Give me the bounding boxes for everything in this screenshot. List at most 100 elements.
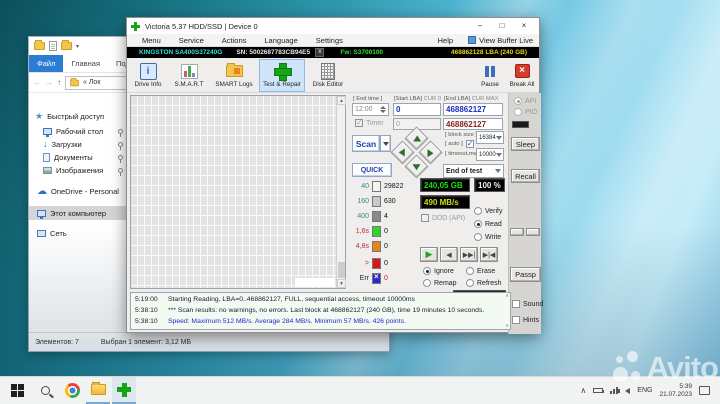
- tab-home[interactable]: Главная: [63, 55, 108, 72]
- ignore-radio[interactable]: Ignore: [423, 267, 454, 275]
- close-button[interactable]: ×: [513, 18, 535, 34]
- toolbar-label: Pause: [481, 81, 499, 88]
- block-size-combo[interactable]: 16384: [476, 131, 504, 144]
- taskbar-explorer[interactable]: [86, 377, 110, 404]
- radio-icon: [514, 97, 522, 105]
- sleep-button[interactable]: Sleep: [511, 137, 540, 151]
- menu-menu[interactable]: Menu: [133, 36, 170, 45]
- read-radio[interactable]: Read: [474, 220, 502, 228]
- test-repair-button[interactable]: Test & Repair: [259, 59, 305, 92]
- sound-checkbox[interactable]: Sound: [512, 300, 543, 308]
- scan-button[interactable]: Scan: [352, 135, 380, 152]
- ddd-checkbox[interactable]: DDD (API): [421, 214, 465, 222]
- menu-service[interactable]: Service: [170, 36, 213, 45]
- menu-settings[interactable]: Settings: [307, 36, 352, 45]
- taskbar-clock[interactable]: 5:39 21.07.2023: [659, 383, 692, 398]
- scan-dropdown-button[interactable]: [380, 135, 391, 152]
- sidebar-item-pictures[interactable]: Изображения: [29, 163, 129, 177]
- pause-button[interactable]: Pause: [476, 59, 504, 92]
- scan-map: ▲ ▼: [130, 95, 346, 289]
- end-time-spinner[interactable]: 12:00: [352, 103, 389, 116]
- remap-radio[interactable]: Remap: [423, 279, 457, 287]
- sidebar-item-onedrive[interactable]: ☁ OneDrive - Personal: [29, 184, 129, 198]
- recall-button[interactable]: Recall: [511, 169, 540, 183]
- counter-row: 160 630: [357, 196, 396, 207]
- skip-end-button[interactable]: ▶|◀: [480, 247, 498, 262]
- taskbar-chrome[interactable]: [60, 377, 84, 404]
- menu-help[interactable]: Help: [429, 36, 462, 45]
- erase-radio[interactable]: Erase: [466, 267, 495, 275]
- step-back-button[interactable]: ◀: [440, 247, 458, 262]
- computer-icon: [37, 209, 46, 219]
- smart-button[interactable]: S.M.A.R.T: [170, 59, 208, 92]
- tray-expand-icon[interactable]: ∧: [580, 386, 586, 395]
- properties-icon[interactable]: [49, 41, 57, 51]
- new-folder-icon[interactable]: [61, 40, 72, 50]
- verify-radio[interactable]: Verify: [474, 207, 503, 215]
- refresh-radio[interactable]: Refresh: [466, 279, 502, 287]
- sidebar-item-downloads[interactable]: ↓ Загрузки: [29, 137, 129, 151]
- write-radio[interactable]: Write: [474, 233, 501, 241]
- timer-checkbox[interactable]: Timer: [355, 118, 384, 127]
- menu-language[interactable]: Language: [255, 36, 306, 45]
- drive-info-button[interactable]: i Drive Info: [129, 59, 167, 92]
- start-lba-input[interactable]: 0: [393, 103, 441, 116]
- api-radio[interactable]: API: [514, 97, 536, 105]
- timeout-combo[interactable]: 10000: [476, 148, 504, 161]
- start-button[interactable]: [6, 377, 28, 404]
- log-scroll-down-icon[interactable]: ∨: [505, 323, 509, 329]
- view-buffer-live[interactable]: View Buffer Live: [479, 36, 533, 45]
- auto-checkbox[interactable]: [ auto ]: [445, 139, 474, 148]
- language-indicator[interactable]: ENG: [637, 387, 652, 394]
- battery-icon[interactable]: [593, 388, 605, 393]
- scroll-down-icon[interactable]: ▼: [337, 279, 346, 288]
- sidebar-item-quick-access[interactable]: ★ Быстрый доступ: [29, 109, 129, 123]
- victoria-menubar: Menu Service Actions Language Settings H…: [127, 34, 539, 47]
- mini-button-right[interactable]: [526, 228, 540, 236]
- hints-checkbox[interactable]: Hints: [512, 316, 539, 324]
- taskbar-victoria[interactable]: [112, 377, 136, 404]
- disk-editor-button[interactable]: Disk Editor: [308, 59, 348, 92]
- disk-editor-icon: [321, 62, 335, 80]
- tab-file[interactable]: Файл: [29, 55, 64, 72]
- start-button[interactable]: ▶: [420, 247, 438, 262]
- scroll-up-icon[interactable]: ▲: [337, 96, 346, 105]
- pio-radio[interactable]: PIO: [514, 108, 537, 116]
- minimize-button[interactable]: –: [469, 18, 491, 34]
- chevron-down-icon[interactable]: ▾: [76, 43, 79, 50]
- sidebar-item-label: Документы: [54, 152, 93, 162]
- sidebar-item-this-pc[interactable]: Этот компьютер: [29, 206, 129, 220]
- end-action-combo[interactable]: End of test: [443, 164, 504, 178]
- scrollbar-thumb[interactable]: [338, 262, 345, 278]
- sidebar-item-documents[interactable]: Документы: [29, 150, 129, 164]
- victoria-app-icon: [131, 21, 140, 31]
- serial-close-button[interactable]: x: [315, 48, 325, 57]
- sidebar-item-desktop[interactable]: Рабочий стол: [29, 124, 129, 138]
- end-lba-input[interactable]: 468862127: [443, 103, 503, 116]
- scan-map-scrollbar[interactable]: ▲ ▼: [336, 96, 346, 288]
- notification-icon[interactable]: [699, 386, 710, 395]
- speaker-icon[interactable]: [617, 387, 631, 394]
- passp-button[interactable]: Passp: [510, 267, 541, 282]
- system-tray: ∧ ENG 5:39 21.07.2023: [580, 377, 710, 404]
- folder-icon[interactable]: [34, 40, 45, 50]
- mini-button-left[interactable]: [510, 228, 524, 236]
- smart-logs-button[interactable]: SMART Logs: [211, 59, 257, 92]
- break-all-button[interactable]: × Break All: [505, 59, 539, 92]
- star-icon: ★: [35, 110, 44, 121]
- quick-button[interactable]: QUICK: [352, 163, 392, 177]
- victoria-titlebar[interactable]: Victoria 5.37 HDD/SSD | Device 0 – □ ×: [127, 18, 539, 34]
- block-swatch: [372, 241, 381, 252]
- sidebar-item-network[interactable]: Сеть: [29, 226, 129, 240]
- back-icon[interactable]: ←: [33, 78, 41, 87]
- location-folder-icon: [70, 77, 79, 86]
- log-scroll-up-icon[interactable]: ∧: [505, 293, 509, 299]
- menu-actions[interactable]: Actions: [213, 36, 256, 45]
- end-lba-label: [End LBA] CUR MAX: [444, 96, 499, 102]
- maximize-button[interactable]: □: [491, 18, 513, 34]
- search-button[interactable]: [34, 377, 56, 404]
- skip-forward-button[interactable]: ▶▶|: [460, 247, 478, 262]
- up-icon[interactable]: ↑: [57, 78, 61, 87]
- forward-icon[interactable]: →: [45, 78, 53, 87]
- skip-end-icon: ▶|◀: [482, 251, 496, 259]
